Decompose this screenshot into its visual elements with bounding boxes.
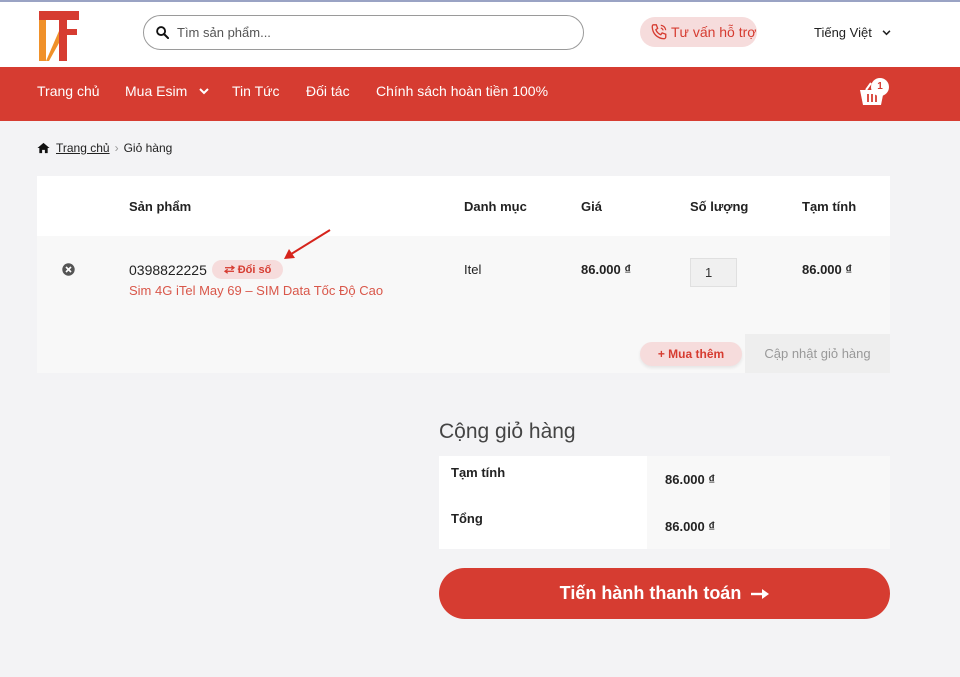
cart-table: Sản phẩm Danh mục Giá Số lượng Tạm tính … (37, 176, 890, 373)
support-label: Tư vấn hỗ trợ (671, 24, 757, 40)
nav-item-label: Đối tác (306, 83, 350, 99)
breadcrumb: Trang chủ › Giỏ hàng (37, 141, 172, 155)
swap-label: Đổi số (237, 263, 272, 276)
nav-item-label: Mua Esim (125, 83, 188, 99)
total-label: Tổng (451, 511, 483, 526)
cart-actions: + Mua thêm Cập nhật giỏ hàng (37, 334, 890, 373)
checkout-label: Tiến hành thanh toán (559, 583, 742, 603)
total-value: 86.000 ₫ (647, 502, 890, 549)
swap-icon (223, 265, 235, 274)
phone-number: 0398822225 (129, 262, 207, 278)
quantity-input[interactable] (690, 258, 737, 287)
nav-item-label: Trang chủ (37, 83, 100, 99)
nav-item-label: Tin Tức (232, 83, 280, 99)
nav-item-refund-policy[interactable]: Chính sách hoàn tiền 100% (376, 83, 548, 99)
cart-totals-table: Tạm tính 86.000 ₫ Tổng 86.000 ₫ (439, 456, 890, 549)
subtotal-value: 86.000 ₫ (647, 456, 890, 502)
chevron-down-icon (199, 87, 209, 94)
support-button[interactable]: Tư vấn hỗ trợ (640, 17, 757, 47)
nav-item-label: Chính sách hoàn tiền 100% (376, 83, 549, 99)
product-subtotal: 86.000 ₫ (802, 262, 853, 277)
update-cart-button[interactable]: Cập nhật giỏ hàng (745, 334, 890, 373)
breadcrumb-current: Giỏ hàng (123, 141, 173, 155)
top-header: Tư vấn hỗ trợ Tiếng Việt (0, 0, 960, 67)
search-bar[interactable] (143, 15, 584, 50)
table-row: 0398822225 Đổi số Sim 4G iTel May 69 – S… (37, 229, 890, 334)
cart-totals-title: Cộng giỏ hàng (439, 420, 576, 443)
nav-item-buy-esim[interactable]: Mua Esim (125, 83, 209, 99)
search-input[interactable] (177, 25, 557, 40)
arrow-right-icon (751, 588, 770, 599)
main-nav: Trang chủ Mua Esim Tin Tức Đối tác Chính… (0, 67, 960, 121)
language-label: Tiếng Việt (814, 25, 872, 40)
cart-count-badge: 1 (871, 78, 889, 96)
breadcrumb-separator: › (114, 141, 119, 155)
product-name-link[interactable]: Sim 4G iTel May 69 – SIM Data Tốc Độ Cao (129, 283, 383, 298)
table-header-row: Sản phẩm Danh mục Giá Số lượng Tạm tính (37, 176, 890, 236)
remove-icon[interactable] (62, 263, 75, 276)
column-header-category: Danh mục (464, 199, 527, 214)
product-category: Itel (464, 262, 482, 277)
column-header-quantity: Số lượng (690, 199, 749, 214)
nav-item-partners[interactable]: Đối tác (306, 83, 350, 99)
nav-item-home[interactable]: Trang chủ (37, 83, 100, 99)
phone-icon (651, 24, 667, 40)
product-price: 86.000 ₫ (581, 262, 632, 277)
home-icon (37, 142, 50, 154)
swap-number-button[interactable]: Đổi số (212, 260, 283, 279)
chevron-down-icon (882, 29, 891, 35)
column-header-price: Giá (581, 199, 602, 214)
nav-item-news[interactable]: Tin Tức (232, 83, 280, 99)
buy-more-button[interactable]: + Mua thêm (640, 342, 742, 366)
column-header-product: Sản phẩm (129, 199, 192, 214)
column-header-subtotal: Tạm tính (802, 199, 857, 214)
search-icon (156, 26, 169, 39)
subtotal-label: Tạm tính (451, 465, 506, 480)
language-selector[interactable]: Tiếng Việt (814, 25, 891, 40)
logo[interactable] (37, 9, 81, 63)
checkout-button[interactable]: Tiến hành thanh toán (439, 568, 890, 619)
breadcrumb-home-link[interactable]: Trang chủ (56, 141, 110, 155)
annotation-arrow (284, 229, 331, 259)
